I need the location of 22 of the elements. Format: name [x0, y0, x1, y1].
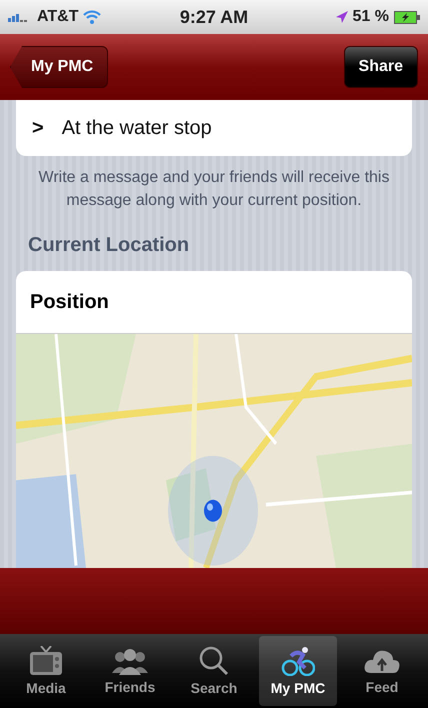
search-icon — [199, 646, 229, 676]
people-icon — [110, 647, 150, 675]
tab[interactable]: Friends — [91, 636, 169, 706]
tv-icon — [29, 646, 63, 676]
battery-icon — [394, 10, 420, 24]
message-text: At the water stop — [62, 116, 212, 140]
tab[interactable]: Search — [175, 636, 253, 706]
location-arrow-icon — [336, 11, 348, 23]
chevron-text: > — [32, 116, 44, 140]
message-row[interactable]: > At the water stop — [16, 100, 412, 156]
carrier-name: AT&T — [37, 8, 78, 26]
battery-percent: 51 % — [352, 8, 389, 26]
tab[interactable]: Feed — [343, 636, 421, 706]
tab[interactable]: My PMC — [259, 636, 337, 706]
share-button[interactable]: Share — [344, 46, 418, 88]
cyclist-icon — [281, 646, 315, 676]
section-title: Current Location — [28, 234, 190, 257]
hint-text: Write a message and your friends will receive this message along with your current position. — [38, 168, 390, 211]
wifi-icon — [83, 10, 102, 24]
back-button[interactable]: My PMC — [10, 46, 108, 88]
status-time: 9:27 AM — [180, 6, 248, 28]
tab[interactable]: Media — [7, 636, 85, 706]
